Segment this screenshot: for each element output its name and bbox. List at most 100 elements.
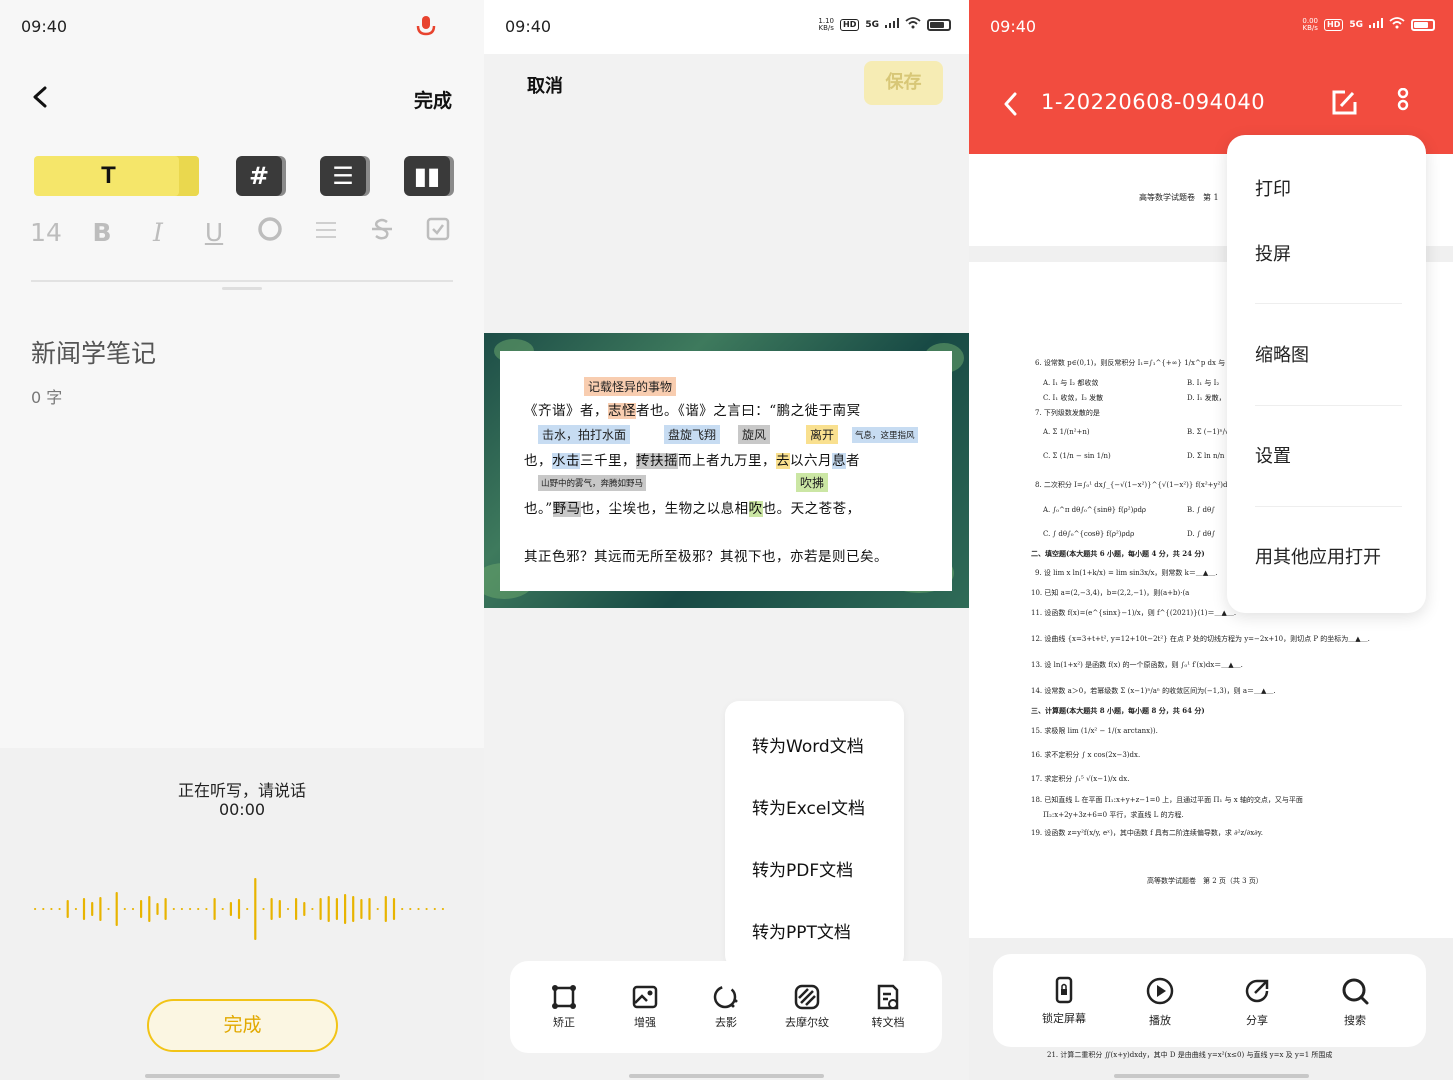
waveform-bar <box>433 908 436 910</box>
back-icon[interactable] <box>30 86 52 108</box>
remove-shadow-label: 去影 <box>715 1016 737 1029</box>
waveform-bar <box>213 898 216 920</box>
cancel-button[interactable]: 取消 <box>527 72 563 98</box>
format-style-row: T # ☰ ▮▮ <box>0 153 484 199</box>
scanned-document-image[interactable]: 记载怪异的事物 《齐谐》者，志怪者也。《谐》之言曰：“鹏之徙于南冥 击水，拍打水… <box>484 333 969 608</box>
exam-line: B. ∫ dθ∫ <box>1187 506 1215 514</box>
waveform-bar <box>344 894 347 924</box>
done-button[interactable]: 完成 <box>147 999 338 1052</box>
lock-screen-tool[interactable]: 锁定屏幕 <box>1029 976 1099 1026</box>
exam-line: D. I₁ 发散， <box>1187 394 1226 402</box>
search-tool[interactable]: 搜索 <box>1320 976 1390 1028</box>
remove-shadow-tool[interactable]: 去影 <box>696 983 756 1030</box>
search-label: 搜索 <box>1344 1014 1366 1027</box>
convert-excel-item[interactable]: 转为Excel文档 <box>752 794 865 819</box>
waveform-bar <box>172 908 175 910</box>
waveform-bar <box>58 908 61 910</box>
underline-button[interactable]: U <box>198 218 230 247</box>
microphone-icon <box>416 16 436 36</box>
page-footer: 高等数学试题卷 第 2 页（共 3 页） <box>1147 877 1263 885</box>
system-icons: 1.10 KB/s HD 5G <box>818 17 951 32</box>
waveform-bar <box>409 908 412 910</box>
waveform-bar <box>156 903 159 915</box>
home-indicator[interactable] <box>629 1074 824 1078</box>
enhance-tool[interactable]: 增强 <box>615 983 675 1030</box>
circle-icon[interactable] <box>254 216 286 248</box>
exam-line: 11. 设函数 f(x)=(e^{sinx}−1)/x，则 f^{(2021)}… <box>1031 609 1237 617</box>
exam-line: D. Σ ln n/n <box>1187 452 1225 460</box>
document-page: 记载怪异的事物 《齐谐》者，志怪者也。《谐》之言曰：“鹏之徙于南冥 击水，拍打水… <box>500 351 952 591</box>
annotation-tag: 离开 <box>806 425 839 444</box>
bold-button[interactable]: B <box>86 218 118 247</box>
to-document-label: 转文档 <box>871 1016 905 1029</box>
text-line: 也，水击三千里，抟扶摇而上者九万里，去以六月息者 <box>524 453 860 469</box>
note-title[interactable]: 新闻学笔记 <box>31 334 156 370</box>
page-header: 高等数学试题卷 第 1 <box>1139 193 1219 202</box>
more-icon[interactable] <box>1395 88 1411 118</box>
crop-correct-icon <box>552 985 576 1009</box>
back-icon[interactable] <box>1001 91 1021 117</box>
convert-word-item[interactable]: 转为Word文档 <box>752 732 864 757</box>
exam-line: 16. 求不定积分 ∫ x cos(2x−3)dx. <box>1031 751 1141 759</box>
waveform-bar <box>140 900 143 918</box>
waveform-bar <box>303 902 306 916</box>
hashtag-icon[interactable]: # <box>236 156 282 196</box>
waveform-bar <box>164 898 167 920</box>
font-size-button[interactable]: 14 <box>30 218 62 247</box>
note-editor-panel: 09:40 完成 T # ☰ ▮▮ 14 B I U 新闻学笔记 0 字 正在听… <box>0 0 484 1080</box>
waveform-bar <box>311 908 314 910</box>
print-item[interactable]: 打印 <box>1255 175 1291 201</box>
status-bar: 09:40 <box>0 0 484 54</box>
convert-ppt-item[interactable]: 转为PPT文档 <box>752 918 851 943</box>
text-style-button[interactable]: T <box>34 156 199 196</box>
checkbox-icon[interactable] <box>422 217 454 247</box>
exam-line: A. I₁ 与 I₂ 都收敛 <box>1043 379 1099 387</box>
thumbnail-item[interactable]: 缩略图 <box>1255 341 1309 367</box>
cast-item[interactable]: 投屏 <box>1255 240 1291 266</box>
done-top-button[interactable]: 完成 <box>414 86 452 113</box>
share-tool[interactable]: 分享 <box>1222 976 1292 1028</box>
home-indicator[interactable] <box>145 1074 340 1078</box>
wifi-icon <box>1389 17 1405 32</box>
strikethrough-icon[interactable] <box>366 216 398 248</box>
wifi-icon <box>905 17 921 32</box>
settings-item[interactable]: 设置 <box>1255 442 1291 468</box>
save-button[interactable]: 保存 <box>864 61 943 105</box>
signal-5g: 5G <box>1349 19 1363 30</box>
italic-button[interactable]: I <box>142 218 174 247</box>
status-bar: 09:40 0.00 KB/s HD 5G <box>969 0 1453 54</box>
waveform-bar <box>123 908 126 910</box>
convert-pdf-item[interactable]: 转为PDF文档 <box>752 856 853 881</box>
open-with-item[interactable]: 用其他应用打开 <box>1255 543 1381 569</box>
waveform-bar <box>327 896 330 922</box>
align-icon[interactable] <box>310 218 342 247</box>
home-indicator[interactable] <box>1114 1074 1309 1078</box>
correct-tool[interactable]: 矫正 <box>534 983 594 1030</box>
waveform-bar <box>441 908 444 910</box>
edit-icon[interactable] <box>1329 88 1359 118</box>
annotation-tag: 击水，拍打水面 <box>538 425 631 444</box>
waveform-bar <box>417 908 420 910</box>
waveform-bar <box>107 908 110 910</box>
audio-waveform <box>34 878 444 940</box>
exam-line: 21. 计算二重积分 ∬(x+y)dxdy，其中 D 是由曲线 y=x²(x≤0… <box>1047 1051 1333 1059</box>
waveform-bar <box>91 902 94 916</box>
drag-handle[interactable] <box>222 287 262 290</box>
moire-icon <box>794 984 820 1010</box>
to-document-tool[interactable]: 转文档 <box>858 983 918 1030</box>
list-icon[interactable]: ☰ <box>320 156 366 196</box>
menu-divider <box>1255 405 1402 406</box>
remove-moire-label: 去摩尔纹 <box>785 1016 829 1029</box>
shadow-icon <box>713 985 738 1009</box>
play-label: 播放 <box>1149 1014 1171 1027</box>
waveform-bar <box>221 908 224 910</box>
exam-line: 7. 下列级数发散的是 <box>1035 409 1100 417</box>
waveform-bar <box>360 899 363 919</box>
layout-icon[interactable]: ▮▮ <box>404 156 450 196</box>
remove-moire-tool[interactable]: 去摩尔纹 <box>777 983 837 1030</box>
text-line: 《齐谐》者，志怪者也。《谐》之言曰：“鹏之徙于南冥 <box>524 403 861 419</box>
play-tool[interactable]: 播放 <box>1125 976 1195 1028</box>
annotation-tag: 吹拂 <box>796 473 829 492</box>
exam-line: 17. 求定积分 ∫₁⁵ √(x−1)/x dx. <box>1031 775 1130 783</box>
annotation-tag: 旋风 <box>738 425 771 444</box>
